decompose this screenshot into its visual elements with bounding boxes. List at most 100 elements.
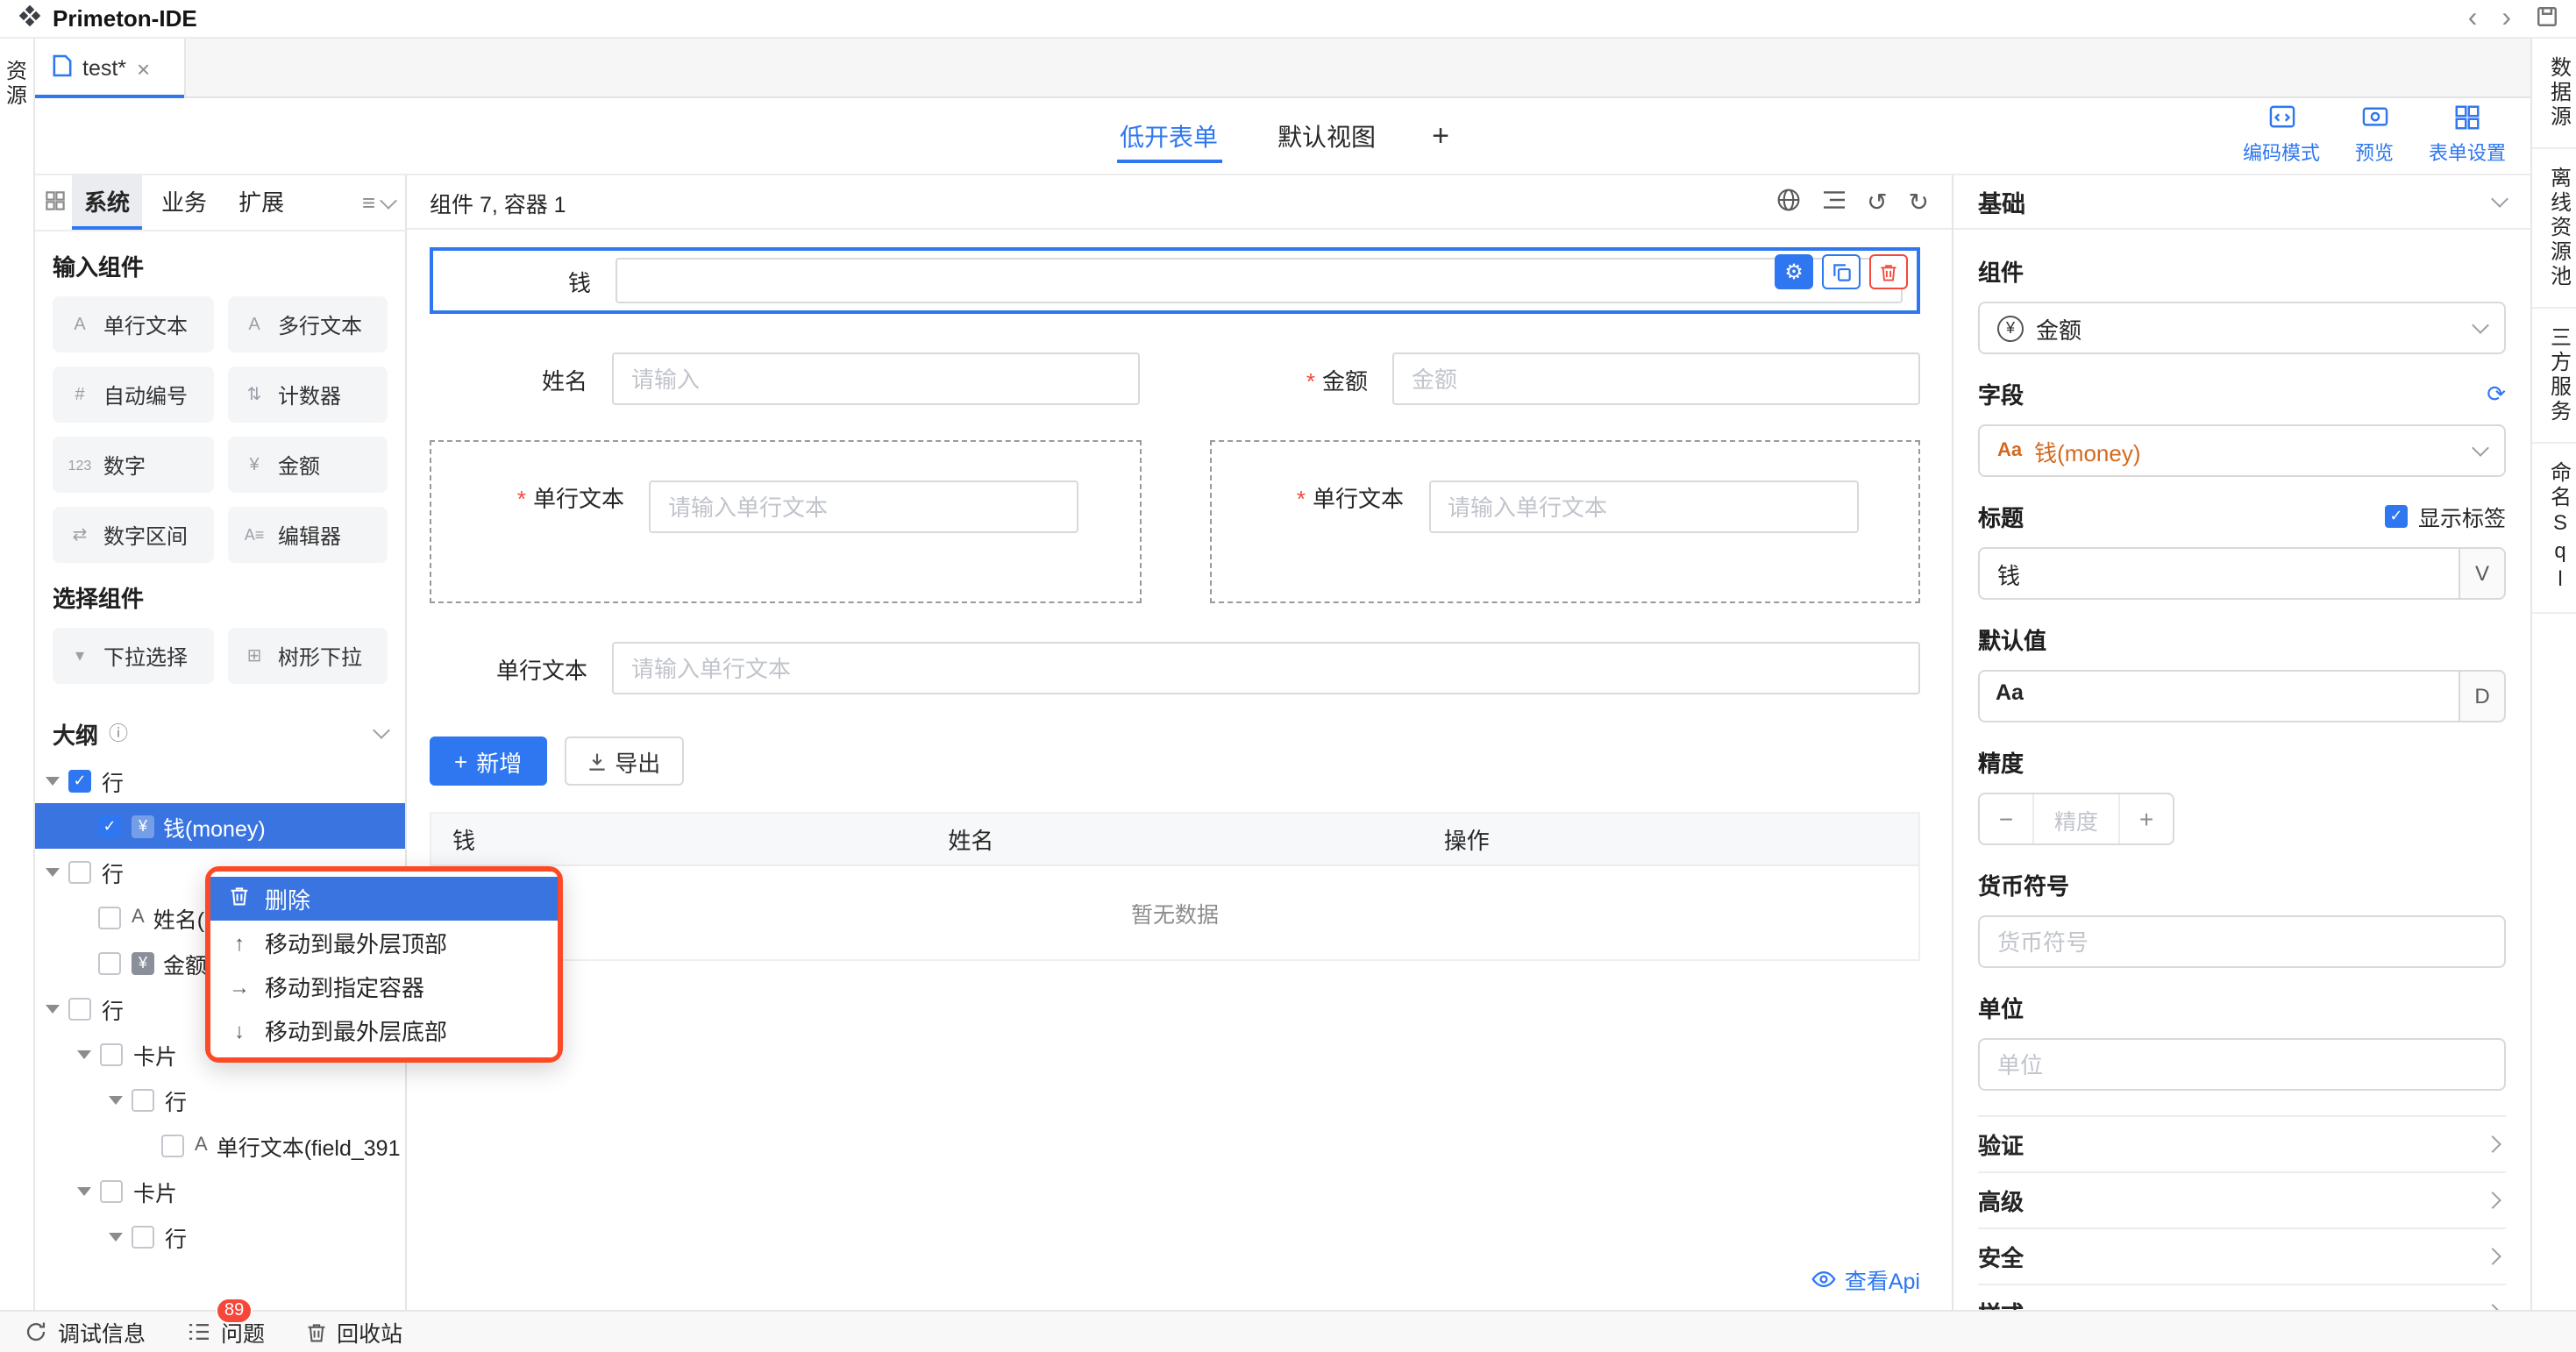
caret-down-icon[interactable] <box>77 1186 91 1195</box>
export-button[interactable]: 导出 <box>564 736 683 786</box>
recycle-bin-button[interactable]: 回收站 <box>307 1315 402 1348</box>
default-value-button[interactable]: D <box>2460 670 2506 722</box>
menu-item-move-to-container[interactable]: → 移动到指定容器 <box>210 964 558 1008</box>
component-chip-counter[interactable]: ⇅计数器 <box>227 366 388 423</box>
single-line-text-input[interactable] <box>612 642 1920 694</box>
inspector-section-advanced[interactable]: 高级 <box>1978 1171 2506 1227</box>
precision-input[interactable]: 精度 <box>2032 794 2120 843</box>
unit-input[interactable] <box>1978 1038 2506 1091</box>
component-select[interactable]: ¥ 金额 <box>1978 302 2506 354</box>
selected-money-component[interactable]: 钱 ⚙ <box>430 247 1920 314</box>
name-field-input[interactable] <box>612 352 1140 405</box>
component-delete-button[interactable] <box>1869 254 1908 289</box>
checkbox-unchecked[interactable] <box>132 1225 154 1248</box>
dock-tab-named-sql[interactable]: 命名Sql <box>2532 444 2576 614</box>
resources-dock-tab[interactable]: 资源 <box>2 60 32 109</box>
outline-collapse-icon[interactable] <box>373 722 390 739</box>
title-input[interactable] <box>1978 547 2460 600</box>
dashed-container-left[interactable]: *单行文本 <box>430 440 1141 603</box>
tree-row-card1-row[interactable]: 行 <box>35 1077 405 1122</box>
caret-down-icon[interactable] <box>46 1004 60 1013</box>
tab-close-icon[interactable]: × <box>137 57 150 80</box>
nav-forward-icon[interactable]: › <box>2501 4 2511 32</box>
caret-down-icon[interactable] <box>46 867 60 876</box>
view-api-link[interactable]: 查看Api <box>1811 1263 1920 1296</box>
view-tab-default-view[interactable]: 默认视图 <box>1274 98 1379 174</box>
checkbox-checked[interactable]: ✓ <box>68 769 91 792</box>
palette-collapse-icon[interactable] <box>380 191 397 209</box>
amount-field-input[interactable] <box>1392 352 1920 405</box>
checkbox-checked[interactable]: ✓ <box>98 815 121 837</box>
tab-test[interactable]: test* × <box>35 39 186 98</box>
caret-down-icon[interactable] <box>77 1050 91 1058</box>
form-settings-button[interactable]: 表单设置 <box>2429 105 2506 167</box>
checkbox-checked[interactable]: ✓ <box>2385 505 2408 528</box>
palette-tab-business[interactable]: 业务 <box>149 175 219 230</box>
inspector-section-validation[interactable]: 验证 <box>1978 1115 2506 1171</box>
redo-icon[interactable]: ↻ <box>1909 189 1929 214</box>
component-chip-multi-line-text[interactable]: A多行文本 <box>227 296 388 352</box>
checkbox-unchecked[interactable] <box>98 951 121 974</box>
show-label-toggle[interactable]: ✓ 显示标签 <box>2385 500 2506 533</box>
component-chip-tree-dropdown[interactable]: ⊞树形下拉 <box>227 628 388 684</box>
palette-tab-system[interactable]: 系统 <box>72 175 142 230</box>
checkbox-unchecked[interactable] <box>68 997 91 1020</box>
currency-symbol-input[interactable] <box>1978 915 2506 968</box>
component-grid-icon[interactable] <box>46 189 65 216</box>
tree-row-card2[interactable]: 卡片 <box>35 1168 405 1213</box>
tree-row-money-selected[interactable]: ✓ ¥ 钱(money) <box>35 803 405 849</box>
checkbox-unchecked[interactable] <box>68 860 91 883</box>
component-chip-number[interactable]: 123数字 <box>53 437 213 493</box>
tree-row-single-line-field[interactable]: A 单行文本(field_391 <box>35 1122 405 1168</box>
undo-icon[interactable]: ↺ <box>1867 189 1887 214</box>
menu-item-delete[interactable]: 删除 <box>210 877 558 921</box>
component-settings-button[interactable]: ⚙ <box>1775 254 1813 289</box>
tree-row-card2-row[interactable]: 行 <box>35 1213 405 1259</box>
inspector-section-basic[interactable]: 基础 <box>1953 175 2530 230</box>
money-field-input[interactable] <box>616 258 1903 303</box>
component-chip-editor[interactable]: A≡编辑器 <box>227 507 388 563</box>
caret-down-icon[interactable] <box>109 1232 123 1241</box>
inspector-section-style[interactable]: 样式 <box>1978 1284 2506 1310</box>
title-variable-button[interactable]: V <box>2460 547 2506 600</box>
component-chip-auto-number[interactable]: #自动编号 <box>53 366 213 423</box>
single-line-text-input[interactable] <box>1428 480 1858 533</box>
field-select[interactable]: Aa 钱(money) <box>1978 424 2506 477</box>
chevron-down-icon[interactable] <box>2491 190 2508 208</box>
debug-info-button[interactable]: 调试信息 <box>25 1315 146 1348</box>
component-copy-button[interactable] <box>1822 254 1861 289</box>
palette-menu-icon[interactable]: ≡ <box>362 189 375 216</box>
dock-tab-datasource[interactable]: 数据源 <box>2532 39 2576 149</box>
form-row-single-line-text[interactable]: 单行文本 <box>430 642 1920 694</box>
palette-tab-extension[interactable]: 扩展 <box>226 175 296 230</box>
checkbox-unchecked[interactable] <box>161 1134 184 1156</box>
tree-row-row1[interactable]: ✓ 行 <box>35 758 405 803</box>
component-chip-amount[interactable]: ¥金额 <box>227 437 388 493</box>
preview-button[interactable]: 预览 <box>2355 105 2394 167</box>
component-chip-number-range[interactable]: ⇄数字区间 <box>53 507 213 563</box>
save-icon[interactable] <box>2536 4 2558 32</box>
checkbox-unchecked[interactable] <box>100 1179 123 1202</box>
component-chip-dropdown-select[interactable]: ▾下拉选择 <box>53 628 213 684</box>
component-chip-single-line-text[interactable]: A单行文本 <box>53 296 213 352</box>
stepper-minus-button[interactable]: − <box>1980 794 2032 843</box>
caret-down-icon[interactable] <box>46 776 60 785</box>
menu-item-move-to-top[interactable]: ↑ 移动到最外层顶部 <box>210 921 558 964</box>
add-view-button[interactable]: + <box>1432 118 1449 153</box>
amount-field[interactable]: *金额 <box>1210 352 1920 405</box>
menu-item-move-to-bottom[interactable]: ↓ 移动到最外层底部 <box>210 1008 558 1052</box>
stepper-plus-button[interactable]: + <box>2120 794 2173 843</box>
checkbox-unchecked[interactable] <box>100 1042 123 1065</box>
dock-tab-offline-resources[interactable]: 离线资源池 <box>2532 149 2576 309</box>
name-field[interactable]: 姓名 <box>430 352 1140 405</box>
refresh-icon[interactable]: ⟳ <box>2487 380 2506 408</box>
default-value-input[interactable] <box>1978 670 2460 722</box>
problems-button[interactable]: 问题 89 <box>188 1315 265 1348</box>
checkbox-unchecked[interactable] <box>132 1088 154 1111</box>
outline-view-icon[interactable] <box>1821 189 1846 215</box>
single-line-text-input[interactable] <box>649 480 1078 533</box>
code-mode-button[interactable]: 编码模式 <box>2243 105 2320 167</box>
dashed-container-right[interactable]: *单行文本 <box>1209 440 1920 603</box>
inspector-section-security[interactable]: 安全 <box>1978 1227 2506 1284</box>
globe-icon[interactable] <box>1775 187 1800 217</box>
